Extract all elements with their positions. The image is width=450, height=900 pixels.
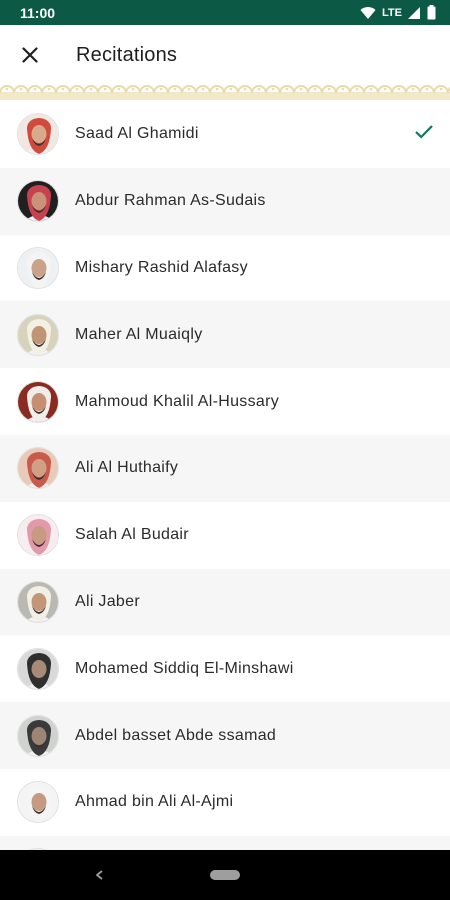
reciter-list: Saad Al Ghamidi Abdur Rahman As-Sudais Mis… [0,101,450,850]
reciter-avatar [17,380,59,423]
status-bar: 11:00 LTE [0,0,450,25]
reciter-row[interactable]: Mishary Rashid Alafasy [0,234,450,302]
decorative-border [0,83,450,100]
reciter-avatar [17,514,59,557]
reciter-name: Saad Al Ghamidi [75,125,199,143]
reciter-name: Maher Al Muaiqly [75,325,203,343]
reciter-row[interactable]: Ali Al Huthaify [0,434,450,502]
reciter-avatar [17,580,59,623]
reciter-name: Salah Al Budair [75,526,189,544]
reciter-name: Abdur Rahman As-Sudais [75,192,266,210]
reciter-row[interactable]: Ahmad bin Ali Al-Ajmi [0,768,450,836]
reciter-avatar [17,447,59,490]
close-icon [22,47,38,63]
system-nav-bar [0,850,450,900]
reciter-row[interactable]: Ali Jaber [0,568,450,636]
reciter-avatar [17,781,59,824]
back-triangle-icon[interactable] [92,864,108,886]
app-bar: Recitations [0,25,450,85]
reciter-name: Ali Al Huthaify [75,459,179,477]
reciter-row[interactable]: Mahmoud Khalil Al-Hussary [0,368,450,435]
close-button[interactable] [0,25,60,85]
reciter-name: Abdel basset Abde ssamad [75,726,277,744]
wifi-icon [360,6,376,19]
reciter-row[interactable]: Abdel basset Abde ssamad [0,702,450,769]
status-time: 11:00 [20,4,56,21]
reciter-avatar [17,113,59,156]
reciter-avatar [17,180,59,223]
reciter-avatar [17,714,59,757]
reciter-name: Mahmoud Khalil Al-Hussary [75,392,280,410]
home-pill-icon[interactable] [210,870,240,880]
reciter-row[interactable]: Maher Al Muaiqly [0,301,450,369]
check-icon [414,124,434,145]
status-icons: LTE [360,5,436,20]
battery-icon [427,5,436,20]
reciter-name: Mishary Rashid Alafasy [75,258,248,276]
reciter-row[interactable] [0,835,450,850]
reciter-avatar [17,313,59,356]
reciter-row[interactable]: Mohamed Siddiq El-Minshawi [0,635,450,703]
reciter-row[interactable]: Salah Al Budair [0,501,450,569]
reciter-avatar [17,246,59,289]
reciter-name: Ali Jaber [75,592,140,610]
network-type-label: LTE [382,6,402,19]
reciter-row[interactable]: Abdur Rahman As-Sudais [0,167,450,235]
reciter-name: Mohamed Siddiq El-Minshawi [75,659,294,677]
reciter-row[interactable]: Saad Al Ghamidi [0,101,450,168]
signal-icon [408,6,420,19]
page-title: Recitations [76,43,178,66]
reciter-name: Ahmad bin Ali Al-Ajmi [75,793,234,811]
reciter-avatar [17,647,59,690]
